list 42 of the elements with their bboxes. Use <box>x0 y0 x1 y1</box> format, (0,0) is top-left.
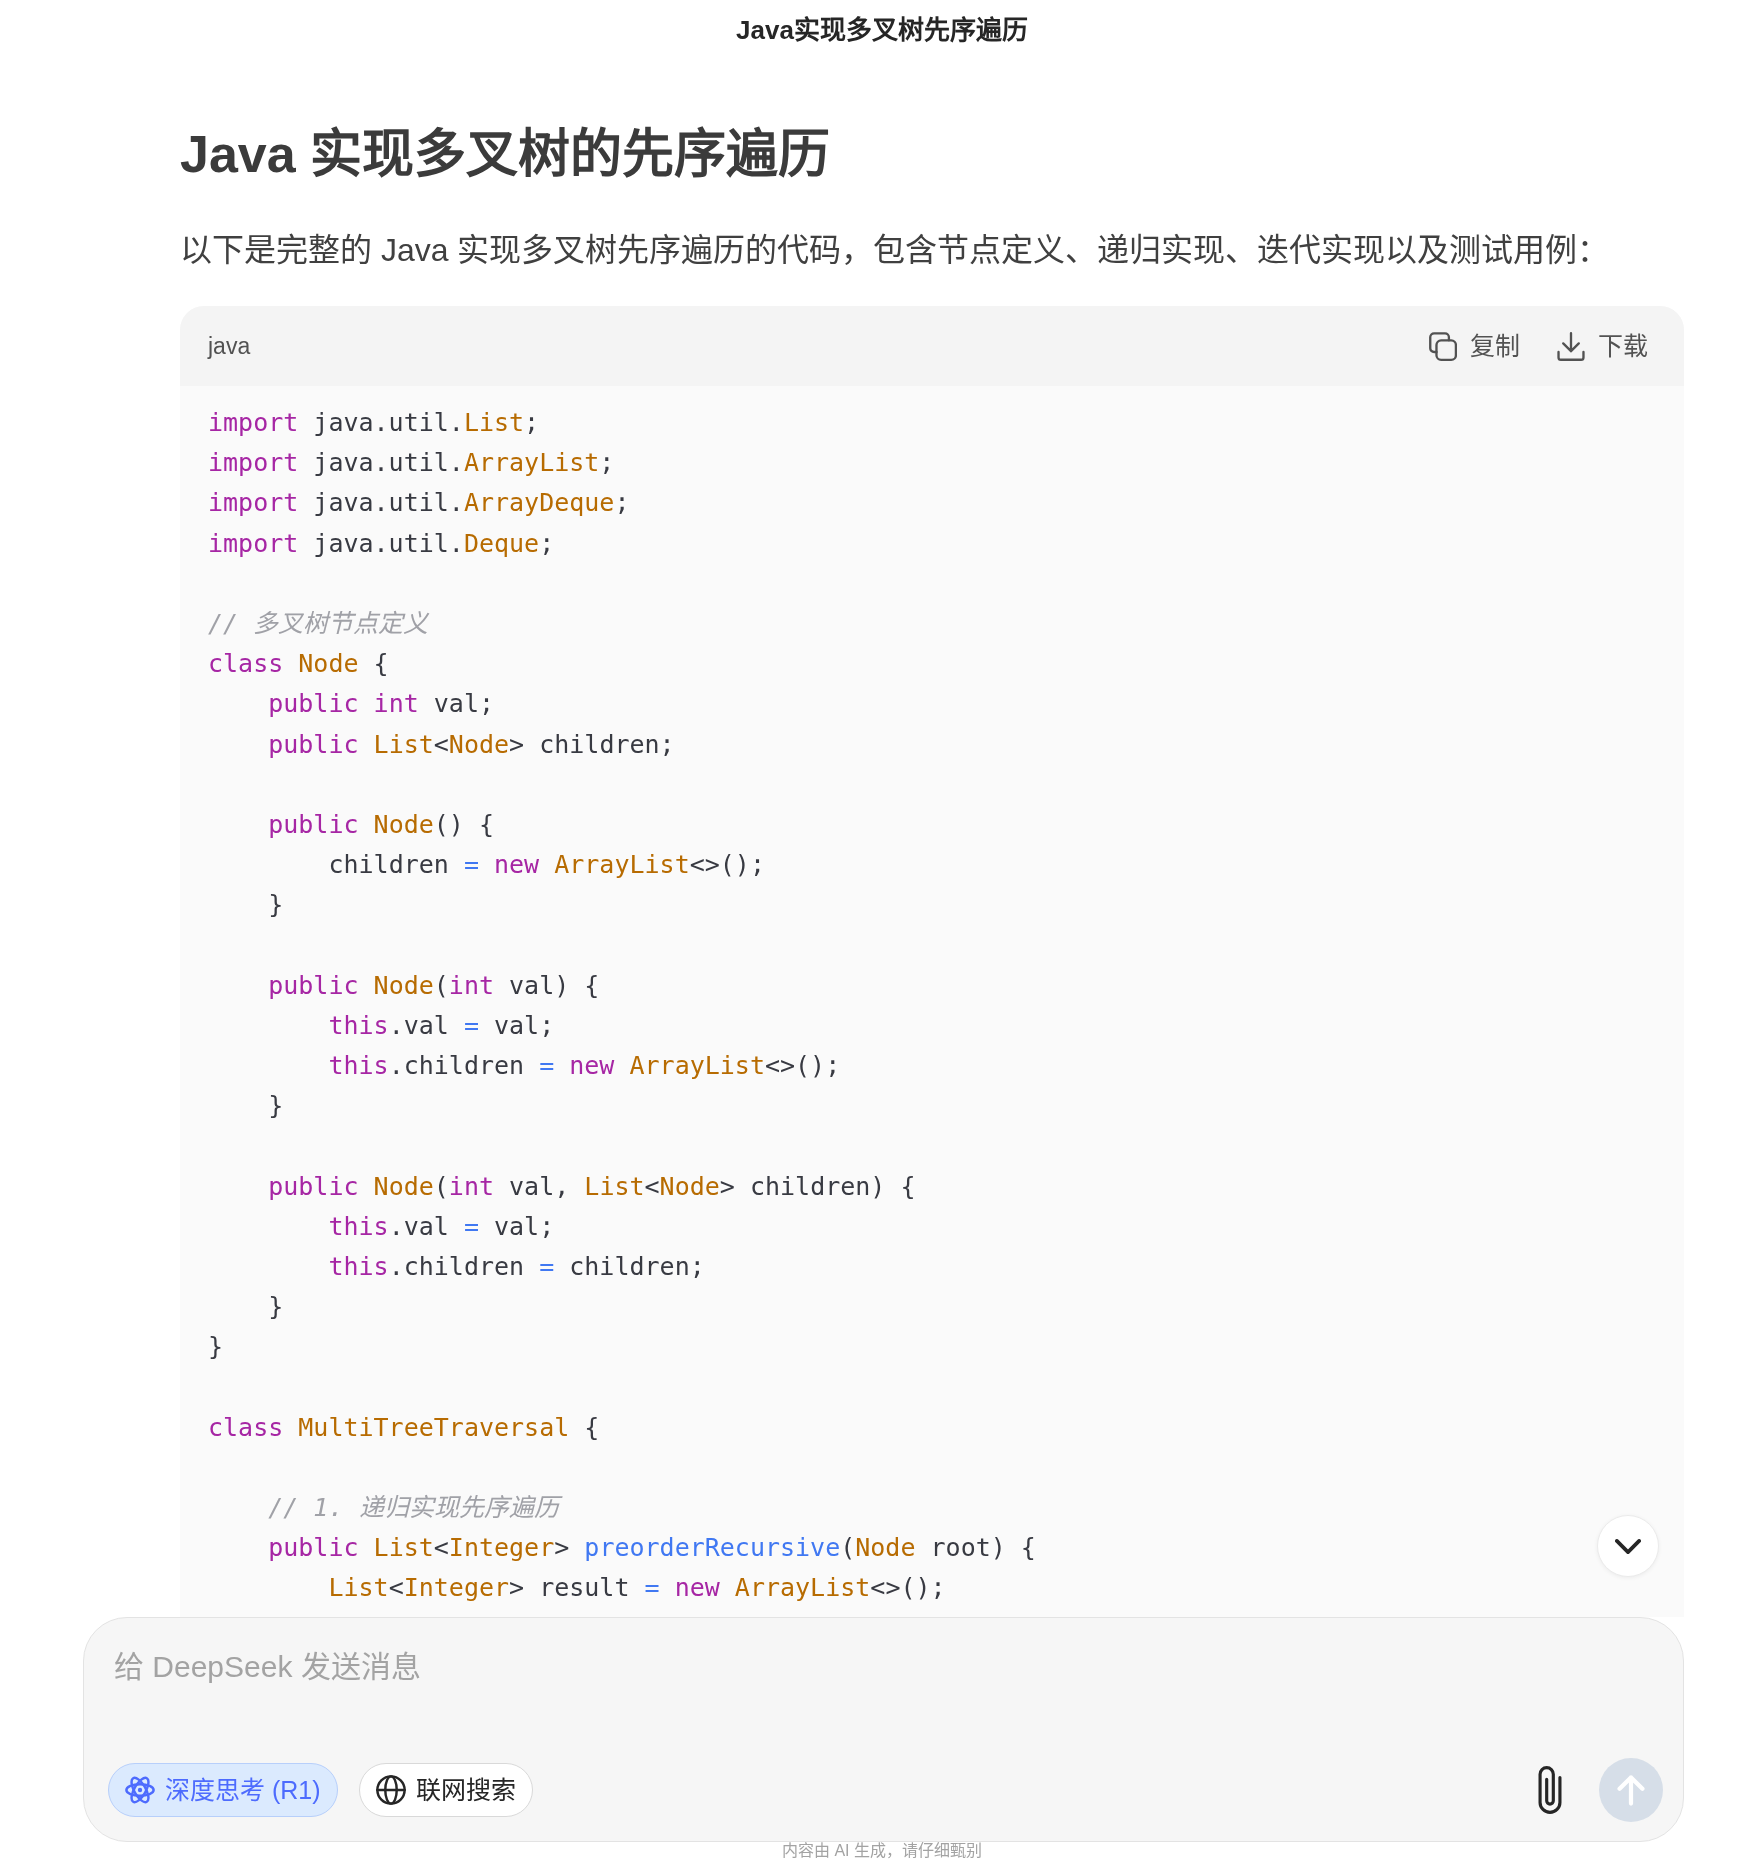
disclaimer-text: 内容由 AI 生成，请仔细甄别 <box>782 1842 982 1860</box>
code-line: public int val; <box>268 689 494 719</box>
web-search-toggle[interactable]: 联网搜索 <box>358 1763 533 1817</box>
paperclip-icon <box>1538 1766 1562 1814</box>
intro-paragraph: 以下是完整的 Java 实现多叉树先序遍历的代码，包含节点定义、递归实现、迭代实现以及测试用例： <box>180 231 1610 270</box>
copy-icon <box>1429 331 1457 361</box>
code-line: } <box>208 1332 224 1362</box>
code-line: } <box>268 890 284 920</box>
language-label: java <box>208 332 251 360</box>
code-line: public List<Node> children; <box>268 729 675 759</box>
chevron-down-icon <box>1615 1538 1641 1554</box>
code-line: this.children = new ArrayList<>(); <box>328 1051 841 1080</box>
code-line: import java.util.ArrayList; <box>208 448 615 478</box>
article-heading: Java 实现多叉树的先序遍历 <box>180 124 831 185</box>
arrow-up-icon <box>1617 1774 1645 1806</box>
code-line: public List<Integer> preorderRecursive(Node root) { <box>268 1533 1036 1563</box>
page-title: Java实现多叉树先序遍历 <box>736 14 1028 46</box>
code-line: this.children = children; <box>328 1251 705 1281</box>
code-line: this.val = val; <box>328 1010 555 1040</box>
download-button[interactable]: 下载 <box>1557 331 1648 361</box>
code-line: public Node() { <box>268 809 494 839</box>
code-line: import java.util.List; <box>208 408 540 437</box>
code-line: } <box>268 1091 284 1121</box>
globe-icon <box>375 1775 406 1805</box>
code-line: public Node(int val) { <box>268 970 600 1000</box>
code-line: children = new ArrayList<>(); <box>328 850 765 880</box>
code-line: class Node { <box>208 649 389 679</box>
atom-icon <box>125 1775 155 1805</box>
code-line: List<Integer> result = new ArrayList<>(); <box>328 1573 946 1603</box>
code-line: this.val = val; <box>328 1211 555 1241</box>
message-input[interactable]: 给 DeepSeek 发送消息 <box>114 1649 1614 1749</box>
code-line: import java.util.Deque; <box>208 528 555 558</box>
deep-think-toggle[interactable]: 深度思考 (R1) <box>108 1763 338 1817</box>
code-line: } <box>268 1292 284 1322</box>
download-icon <box>1557 331 1585 361</box>
code-line: public Node(int val, List<Node> children) { <box>268 1171 916 1201</box>
message-composer[interactable]: 给 DeepSeek 发送消息 深度思考 (R1) 联网搜索 <box>83 1617 1684 1842</box>
code-line: import java.util.ArrayDeque; <box>208 488 630 518</box>
attach-button[interactable] <box>1538 1766 1562 1814</box>
copy-button[interactable]: 复制 <box>1429 331 1520 361</box>
code-comment: // 多叉树节点定义 <box>208 608 429 638</box>
code-line: class MultiTreeTraversal { <box>208 1412 600 1442</box>
